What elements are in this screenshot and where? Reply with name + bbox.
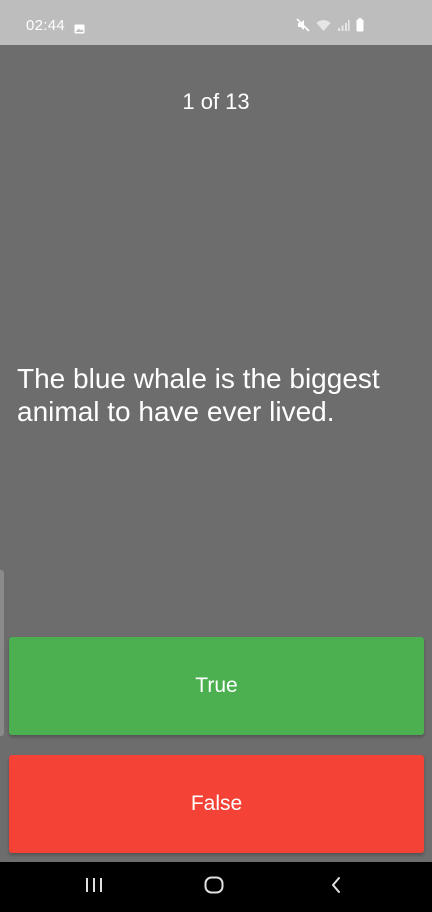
recents-button[interactable] <box>54 862 134 912</box>
status-time: 02:44 <box>26 17 66 34</box>
edge-panel-handle[interactable] <box>0 570 4 736</box>
status-icons <box>296 18 364 32</box>
true-button-label: True <box>195 674 238 697</box>
true-button[interactable]: True <box>9 637 424 735</box>
question-text: The blue whale is the biggest animal to … <box>17 363 380 427</box>
signal-icon <box>337 19 350 32</box>
back-button[interactable] <box>296 862 376 912</box>
wifi-icon <box>316 19 331 32</box>
false-button[interactable]: False <box>9 755 424 853</box>
navigation-bar <box>0 862 432 912</box>
status-bar: 02:44 <box>0 0 432 45</box>
mute-icon <box>296 18 310 32</box>
quiz-screen: 02:44 1 of 13 The blue whale is the bigg… <box>0 0 432 912</box>
recents-icon <box>84 876 104 899</box>
home-button[interactable] <box>174 862 254 912</box>
home-icon <box>203 875 225 900</box>
gallery-icon <box>74 21 85 34</box>
battery-icon <box>356 18 364 32</box>
back-icon <box>329 875 343 900</box>
question-counter: 1 of 13 <box>182 89 250 114</box>
false-button-label: False <box>190 792 243 815</box>
